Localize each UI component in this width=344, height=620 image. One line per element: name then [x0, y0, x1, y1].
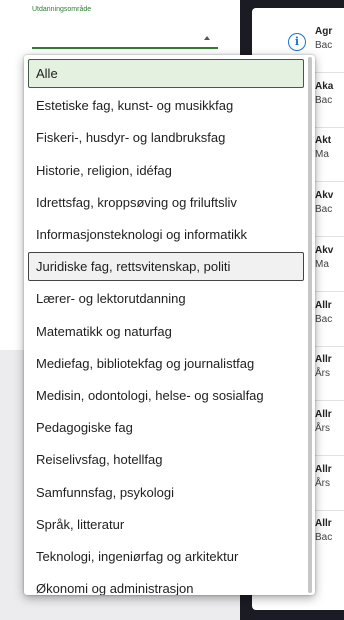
dropdown-option[interactable]: Juridiske fag, rettsvitenskap, politi — [28, 252, 304, 282]
dropdown-option[interactable]: Idrettsfag, kroppsøving og friluftsliv — [28, 188, 304, 217]
result-item[interactable]: Allr Års — [315, 409, 344, 434]
result-subtitle: Bac — [315, 40, 333, 51]
dropdown-option[interactable]: Informasjonsteknologi og informatikk — [28, 220, 304, 249]
result-subtitle: Års — [315, 368, 330, 380]
result-subtitle: Bac — [315, 204, 333, 216]
result-title: Allr — [315, 299, 332, 311]
result-subtitle: Års — [315, 477, 330, 489]
result-item[interactable]: Akv Ma — [315, 245, 344, 270]
caret-up-icon[interactable] — [204, 36, 210, 40]
dropdown-option[interactable]: Reiselivsfag, hotellfag — [28, 445, 304, 474]
select-underline — [32, 47, 218, 49]
result-title: Agr — [315, 26, 333, 37]
dropdown-option[interactable]: Estetiske fag, kunst- og musikkfag — [28, 91, 304, 120]
result-item[interactable]: Agr Bac — [315, 26, 344, 51]
result-item[interactable]: Allr Bac — [315, 300, 344, 325]
result-subtitle: Ma — [315, 149, 329, 161]
result-subtitle: Bac — [315, 313, 333, 325]
dropdown-option[interactable]: Fiskeri-, husdyr- og landbruksfag — [28, 123, 304, 152]
info-icon[interactable]: i — [288, 33, 306, 51]
dropdown-option[interactable]: Teknologi, ingeniørfag og arkitektur — [28, 542, 304, 571]
result-title: Allr — [315, 408, 332, 420]
result-item[interactable]: Allr Års — [315, 354, 344, 379]
result-subtitle: Års — [315, 422, 330, 434]
education-area-label: Utdanningsområde — [32, 6, 92, 13]
result-item[interactable]: Akt Ma — [315, 135, 344, 160]
result-subtitle: Ma — [315, 258, 329, 270]
result-item[interactable]: Aka Bac — [315, 81, 344, 106]
result-title: Allr — [315, 463, 332, 475]
dropdown-option[interactable]: Språk, litteratur — [28, 510, 304, 539]
dropdown-option[interactable]: Samfunnsfag, psykologi — [28, 478, 304, 507]
result-item[interactable]: Allr Bac — [315, 518, 344, 543]
result-title: Aka — [315, 80, 334, 92]
education-area-select[interactable]: Utdanningsområde — [30, 6, 220, 52]
dropdown-option[interactable]: Medisin, odontologi, helse- og sosialfag — [28, 381, 304, 410]
dropdown-option[interactable]: Lærer- og lektorutdanning — [28, 284, 304, 313]
result-title: Allr — [315, 518, 332, 530]
dropdown-option[interactable]: Matematikk og naturfag — [28, 317, 304, 346]
result-subtitle: Bac — [315, 532, 333, 544]
result-item[interactable]: Allr Års — [315, 464, 344, 489]
dropdown-option[interactable]: Mediefag, bibliotekfag og journalistfag — [28, 349, 304, 378]
result-title: Akt — [315, 135, 332, 147]
dropdown-option[interactable]: Pedagogiske fag — [28, 413, 304, 442]
dropdown-option[interactable]: Økonomi og administrasjon — [28, 574, 304, 595]
result-title: Allr — [315, 354, 332, 366]
result-subtitle: Bac — [315, 94, 333, 106]
result-title: Akv — [315, 244, 334, 256]
dropdown-scrollbar[interactable] — [308, 57, 312, 593]
result-title: Akv — [315, 190, 334, 202]
dropdown-option[interactable]: Alle — [28, 59, 304, 88]
dropdown-option[interactable]: Historie, religion, idéfag — [28, 156, 304, 185]
result-item[interactable]: Akv Bac — [315, 190, 344, 215]
education-area-dropdown[interactable]: Alle Estetiske fag, kunst- og musikkfag Fi… — [24, 55, 315, 595]
